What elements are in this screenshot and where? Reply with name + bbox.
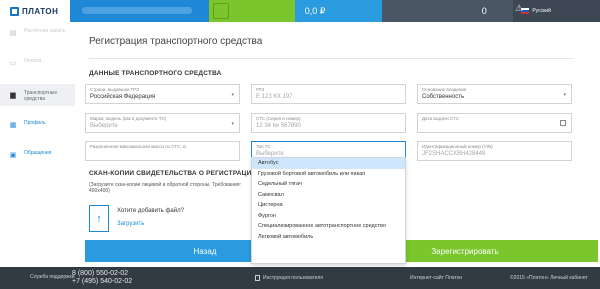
field-label: Разрешенная максимальная масса по СТС, к… <box>90 144 187 149</box>
field-value: Собственность <box>422 94 465 100</box>
account-info[interactable] <box>69 0 210 22</box>
balance-main: 0,0 ₽ <box>294 0 382 22</box>
sts-date-input[interactable]: Дата выдачи СТС <box>417 113 572 133</box>
chevron-down-icon: ▾ <box>563 92 566 98</box>
logo[interactable]: ПЛАТОН <box>0 0 70 22</box>
support-phones: 8 (800) 550-02-02 +7 (495) 540-02-02 <box>72 270 132 286</box>
vin-input[interactable]: Идентификационный номер (VIN) JF2SHACCXB… <box>417 141 572 161</box>
vehicle-type-dropdown: Автобус Грузовой бортовой автомобиль или… <box>251 157 406 264</box>
upload-link[interactable]: Загрузить <box>117 221 144 227</box>
language-selector[interactable]: Русский <box>513 0 600 22</box>
chevron-down-icon: ▾ <box>231 121 234 127</box>
sidebar-item-label: Обращения <box>24 150 52 156</box>
document-icon <box>255 275 260 281</box>
account-balance-block[interactable] <box>209 0 295 22</box>
chevron-down-icon: ▾ <box>231 92 234 98</box>
profile-icon: ▦ <box>9 122 17 129</box>
logo-icon <box>10 6 19 16</box>
sidebar-item-label: Оплата <box>24 58 42 64</box>
dropdown-option[interactable]: Фургон <box>252 211 405 222</box>
phone-1[interactable]: 8 (800) 550-02-02 <box>72 270 132 278</box>
page-title: Регистрация транспортного средства <box>89 36 263 47</box>
top-bar: ПЛАТОН 0,0 ₽ 0 Русский <box>0 0 600 22</box>
dropdown-option[interactable]: Самосвал <box>252 190 405 201</box>
calendar-icon[interactable] <box>560 120 566 126</box>
section-title-scans: СКАН-КОПИИ СВИДЕТЕЛЬСТВА О РЕГИСТРАЦИИ <box>89 170 254 177</box>
warning-icon[interactable]: ⚠ <box>515 3 523 14</box>
field-placeholder: Е 123 КХ 197 <box>256 94 293 100</box>
field-placeholder: 12 34 № 567890 <box>256 123 301 129</box>
user-manual-label: Инструкция пользователя <box>263 275 323 281</box>
footer: Служба поддержки 8 (800) 550-02-02 +7 (4… <box>0 267 600 289</box>
sidebar-item-payment[interactable]: ▭ Оплата <box>0 58 75 72</box>
copyright: ©2015 «Платон» Личный кабинет <box>510 275 588 281</box>
field-label: Дата выдачи СТС <box>422 116 460 121</box>
sidebar-item-vehicles[interactable]: ▆ Транспортные средства <box>0 84 75 106</box>
divider <box>89 58 574 59</box>
upload-question: Хотите добавить файл? <box>117 208 184 214</box>
balance-secondary: 0 <box>381 0 514 22</box>
dropdown-option[interactable]: Легковой автомобиль <box>252 232 405 243</box>
country-select[interactable]: Страна, выдавшая ГРЗ Российская Федераци… <box>85 84 240 104</box>
field-placeholder: Выберите <box>90 123 118 129</box>
user-manual-link[interactable]: Инструкция пользователя <box>255 275 323 281</box>
dropdown-option[interactable]: Автобус <box>252 158 405 169</box>
sidebar-item-requests[interactable]: ▣ Обращения <box>0 150 75 162</box>
section-title-vehicle: ДАННЫЕ ТРАНСПОРТНОГО СРЕДСТВА <box>89 70 222 77</box>
sidebar-item-profile[interactable]: ▦ Профиль <box>0 120 75 132</box>
sidebar-item-label: Профиль <box>24 120 46 126</box>
sidebar-item-account[interactable]: ▤ Расчётная запись <box>0 28 75 46</box>
ownership-select[interactable]: Основание владения Собственность ▾ <box>417 84 572 104</box>
dropdown-option[interactable]: Седельный тягач <box>252 179 405 190</box>
wallet-icon <box>213 3 230 19</box>
sidebar: ▤ Расчётная запись ▭ Оплата ▆ Транспортн… <box>0 22 75 267</box>
grz-input[interactable]: ГРЗ Е 123 КХ 197 <box>251 84 406 104</box>
support-label: Служба поддержки <box>30 274 75 280</box>
main-content: Регистрация транспортного средства ДАННЫ… <box>75 22 600 267</box>
truck-icon: ▆ <box>10 92 16 99</box>
sidebar-item-label: Расчётная запись <box>24 28 66 34</box>
chat-icon: ▣ <box>9 152 17 159</box>
dropdown-option[interactable]: Цистерна <box>252 200 405 211</box>
account-name-blurred <box>81 7 192 14</box>
dropdown-option[interactable]: Специализированное автотранспортное сред… <box>252 221 405 232</box>
language-label: Русский <box>532 8 551 14</box>
document-icon: ▤ <box>9 30 17 37</box>
scan-hint: (Загрузите скан-копии лицевой и обратной… <box>89 182 242 194</box>
phone-2[interactable]: +7 (495) 540-02-02 <box>72 278 132 286</box>
field-value: Российская Федерация <box>90 94 156 100</box>
sts-input[interactable]: СТС (Серия и номер) 12 34 № 567890 <box>251 113 406 133</box>
field-placeholder: JF2SHACCXBH428449 <box>422 151 486 157</box>
brand-select[interactable]: Марка, модель (как в документе ТС) Выбер… <box>85 113 240 133</box>
max-mass-input[interactable]: Разрешенная максимальная масса по СТС, к… <box>85 141 240 161</box>
sidebar-item-label: Транспортные средства <box>24 90 58 102</box>
card-icon: ▭ <box>9 60 17 67</box>
logo-text: ПЛАТОН <box>22 6 59 16</box>
website-link[interactable]: Интернет-сайт Платон <box>410 275 462 281</box>
dropdown-option[interactable]: Грузовой бортовой автомобиль или пикап <box>252 169 405 180</box>
upload-arrow-icon[interactable]: ↑ <box>89 205 109 232</box>
